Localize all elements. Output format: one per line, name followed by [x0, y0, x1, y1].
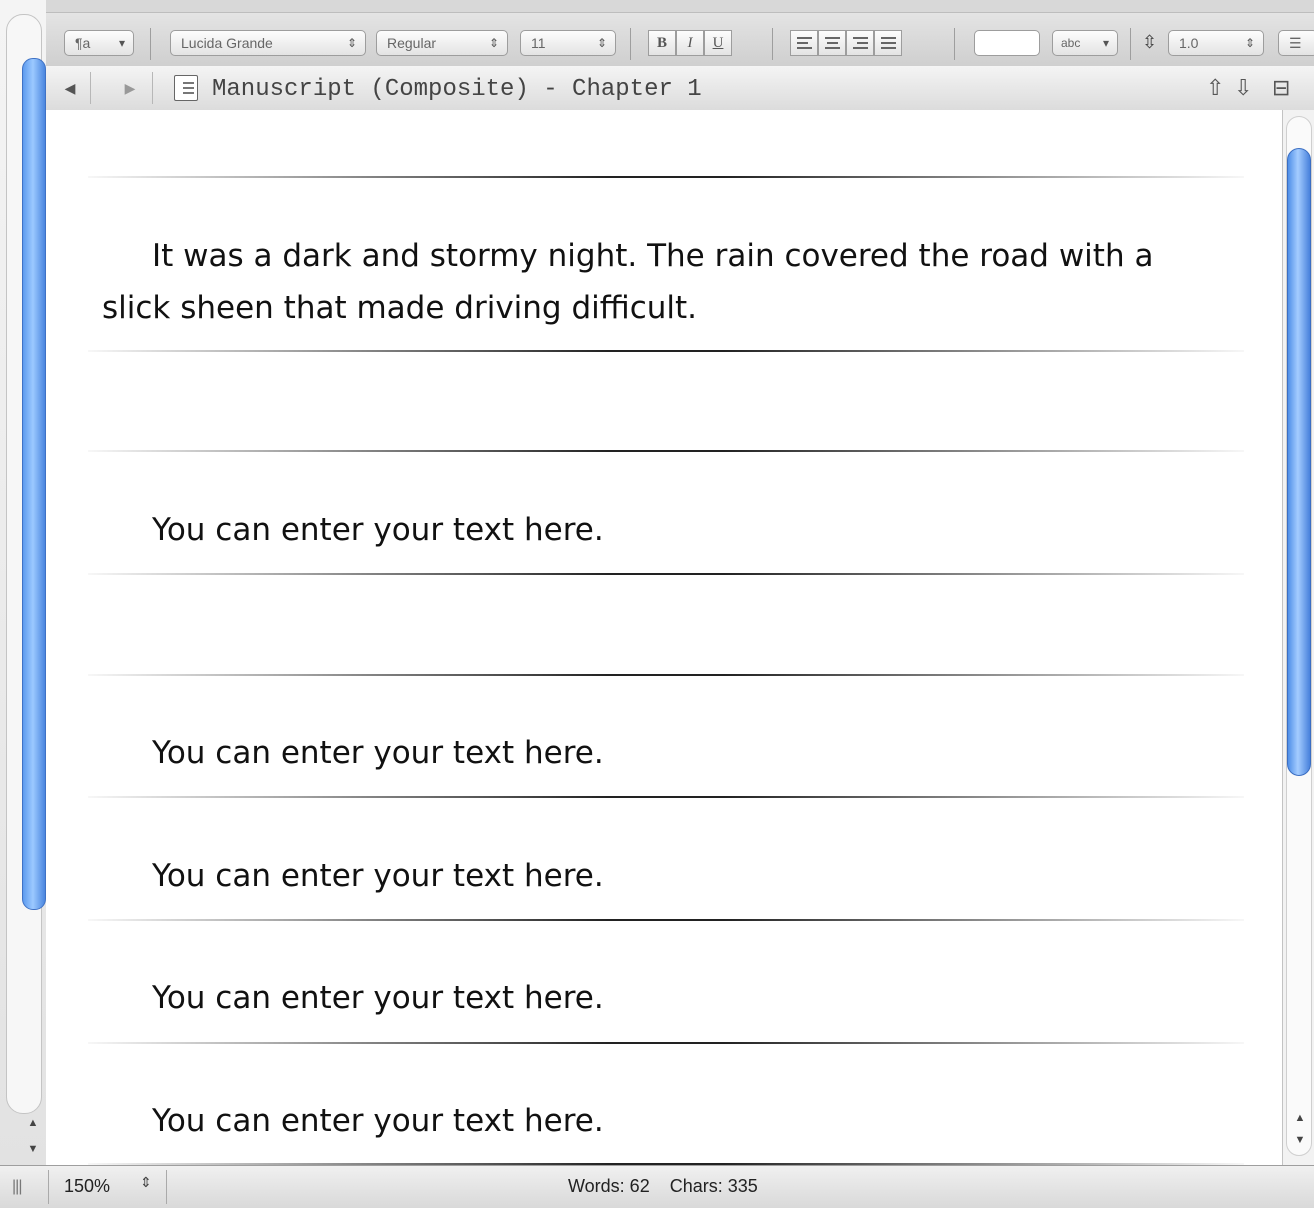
- align-right-button[interactable]: [846, 30, 874, 56]
- section-divider: [88, 573, 1244, 575]
- text-paragraph[interactable]: You can enter your text here.: [102, 504, 1222, 556]
- scroll-up-arrow-icon[interactable]: ▲: [1291, 1112, 1309, 1124]
- list-button[interactable]: ☰: [1278, 30, 1314, 56]
- line-spacing-icon: ⇳: [1142, 32, 1158, 52]
- italic-button[interactable]: I: [676, 30, 704, 56]
- font-size-select[interactable]: 11 ⇕: [520, 30, 616, 56]
- word-count: Words: 62: [568, 1176, 650, 1196]
- status-separator: [166, 1170, 167, 1204]
- header-separator: [152, 72, 153, 104]
- outer-scroll-thumb[interactable]: [22, 58, 46, 910]
- font-family-value: Lucida Grande: [181, 35, 273, 51]
- document-icon: [174, 75, 198, 101]
- text-paragraph[interactable]: You can enter your text here.: [102, 727, 1222, 779]
- font-family-select[interactable]: Lucida Grande ⇕: [170, 30, 366, 56]
- word-char-count: Words: 62 Chars: 335: [568, 1176, 758, 1197]
- font-style-select[interactable]: Regular ⇕: [376, 30, 508, 56]
- text-paragraph[interactable]: It was a dark and stormy night. The rain…: [102, 230, 1222, 334]
- split-view-icon[interactable]: ⊟: [1272, 75, 1290, 101]
- align-center-button[interactable]: [818, 30, 846, 56]
- scroll-down-arrow-icon[interactable]: ▼: [1291, 1134, 1309, 1146]
- align-justify-button[interactable]: [874, 30, 902, 56]
- stepper-icon: ⇕: [596, 36, 607, 50]
- section-divider: [88, 1042, 1244, 1044]
- document-scrollbar[interactable]: ▲ ▼: [1282, 110, 1314, 1165]
- text-paragraph[interactable]: You can enter your text here.: [102, 1095, 1222, 1147]
- toolbar-separator: [630, 28, 631, 60]
- chevron-down-icon: ▾: [118, 36, 125, 50]
- resize-grip-icon[interactable]: |||: [12, 1178, 23, 1196]
- text-paragraph[interactable]: You can enter your text here.: [102, 972, 1222, 1024]
- scroll-up-arrow-icon[interactable]: ▲: [20, 1114, 46, 1132]
- scroll-down-arrow-icon[interactable]: ▼: [20, 1140, 46, 1158]
- underline-button[interactable]: U: [704, 30, 732, 56]
- format-toolbar: ¶a ▾ Lucida Grande ⇕ Regular ⇕ 11 ⇕ B I …: [46, 0, 1314, 67]
- line-spacing-select[interactable]: 1.0 ⇕: [1168, 30, 1264, 56]
- text-paragraph[interactable]: You can enter your text here.: [102, 850, 1222, 902]
- zoom-value[interactable]: 150%: [64, 1176, 110, 1197]
- toolbar-separator: [954, 28, 955, 60]
- chevron-down-icon: ▾: [1102, 36, 1109, 50]
- section-divider: [88, 450, 1244, 452]
- stepper-icon: ⇕: [1244, 36, 1255, 50]
- editor-header: ◀ ▶ Manuscript (Composite) - Chapter 1 ⇧…: [46, 66, 1314, 111]
- highlight-label: abc: [1061, 36, 1081, 50]
- previous-document-icon[interactable]: ⇧: [1206, 75, 1224, 101]
- zoom-stepper-icon[interactable]: ⇕: [140, 1174, 152, 1191]
- section-divider: [88, 919, 1244, 921]
- forward-arrow-icon[interactable]: ▶: [116, 74, 144, 102]
- font-size-value: 11: [531, 35, 546, 51]
- line-spacing-value: 1.0: [1179, 35, 1199, 51]
- section-divider: [88, 674, 1244, 676]
- next-document-icon[interactable]: ⇩: [1234, 75, 1252, 101]
- toolbar-separator: [1130, 28, 1131, 60]
- toolbar-top-strip: [46, 0, 1314, 13]
- section-divider: [88, 796, 1244, 798]
- toolbar-separator: [772, 28, 773, 60]
- paragraph-style-label: ¶a: [75, 35, 91, 51]
- outer-scrollbar[interactable]: ▲ ▼: [0, 0, 47, 1184]
- toolbar-separator: [150, 28, 151, 60]
- text-color-well[interactable]: [974, 30, 1040, 56]
- status-bar: ||| 150% ⇕ Words: 62 Chars: 335: [0, 1165, 1314, 1208]
- align-left-button[interactable]: [790, 30, 818, 56]
- bold-button[interactable]: B: [648, 30, 676, 56]
- stepper-icon: ⇕: [488, 36, 499, 50]
- document-editor[interactable]: It was a dark and stormy night. The rain…: [46, 110, 1282, 1165]
- char-count: Chars: 335: [669, 1176, 758, 1196]
- section-divider: [88, 350, 1244, 352]
- list-icon: ☰: [1289, 35, 1302, 51]
- section-divider: [88, 176, 1244, 178]
- font-style-value: Regular: [387, 35, 437, 51]
- document-title[interactable]: Manuscript (Composite) - Chapter 1: [212, 76, 702, 103]
- header-separator: [90, 72, 91, 104]
- paragraph-style-button[interactable]: ¶a ▾: [64, 30, 134, 56]
- scroll-thumb[interactable]: [1287, 148, 1311, 776]
- highlight-button[interactable]: abc ▾: [1052, 30, 1118, 56]
- back-arrow-icon[interactable]: ◀: [56, 74, 84, 102]
- status-separator: [48, 1170, 49, 1204]
- stepper-icon: ⇕: [346, 36, 357, 50]
